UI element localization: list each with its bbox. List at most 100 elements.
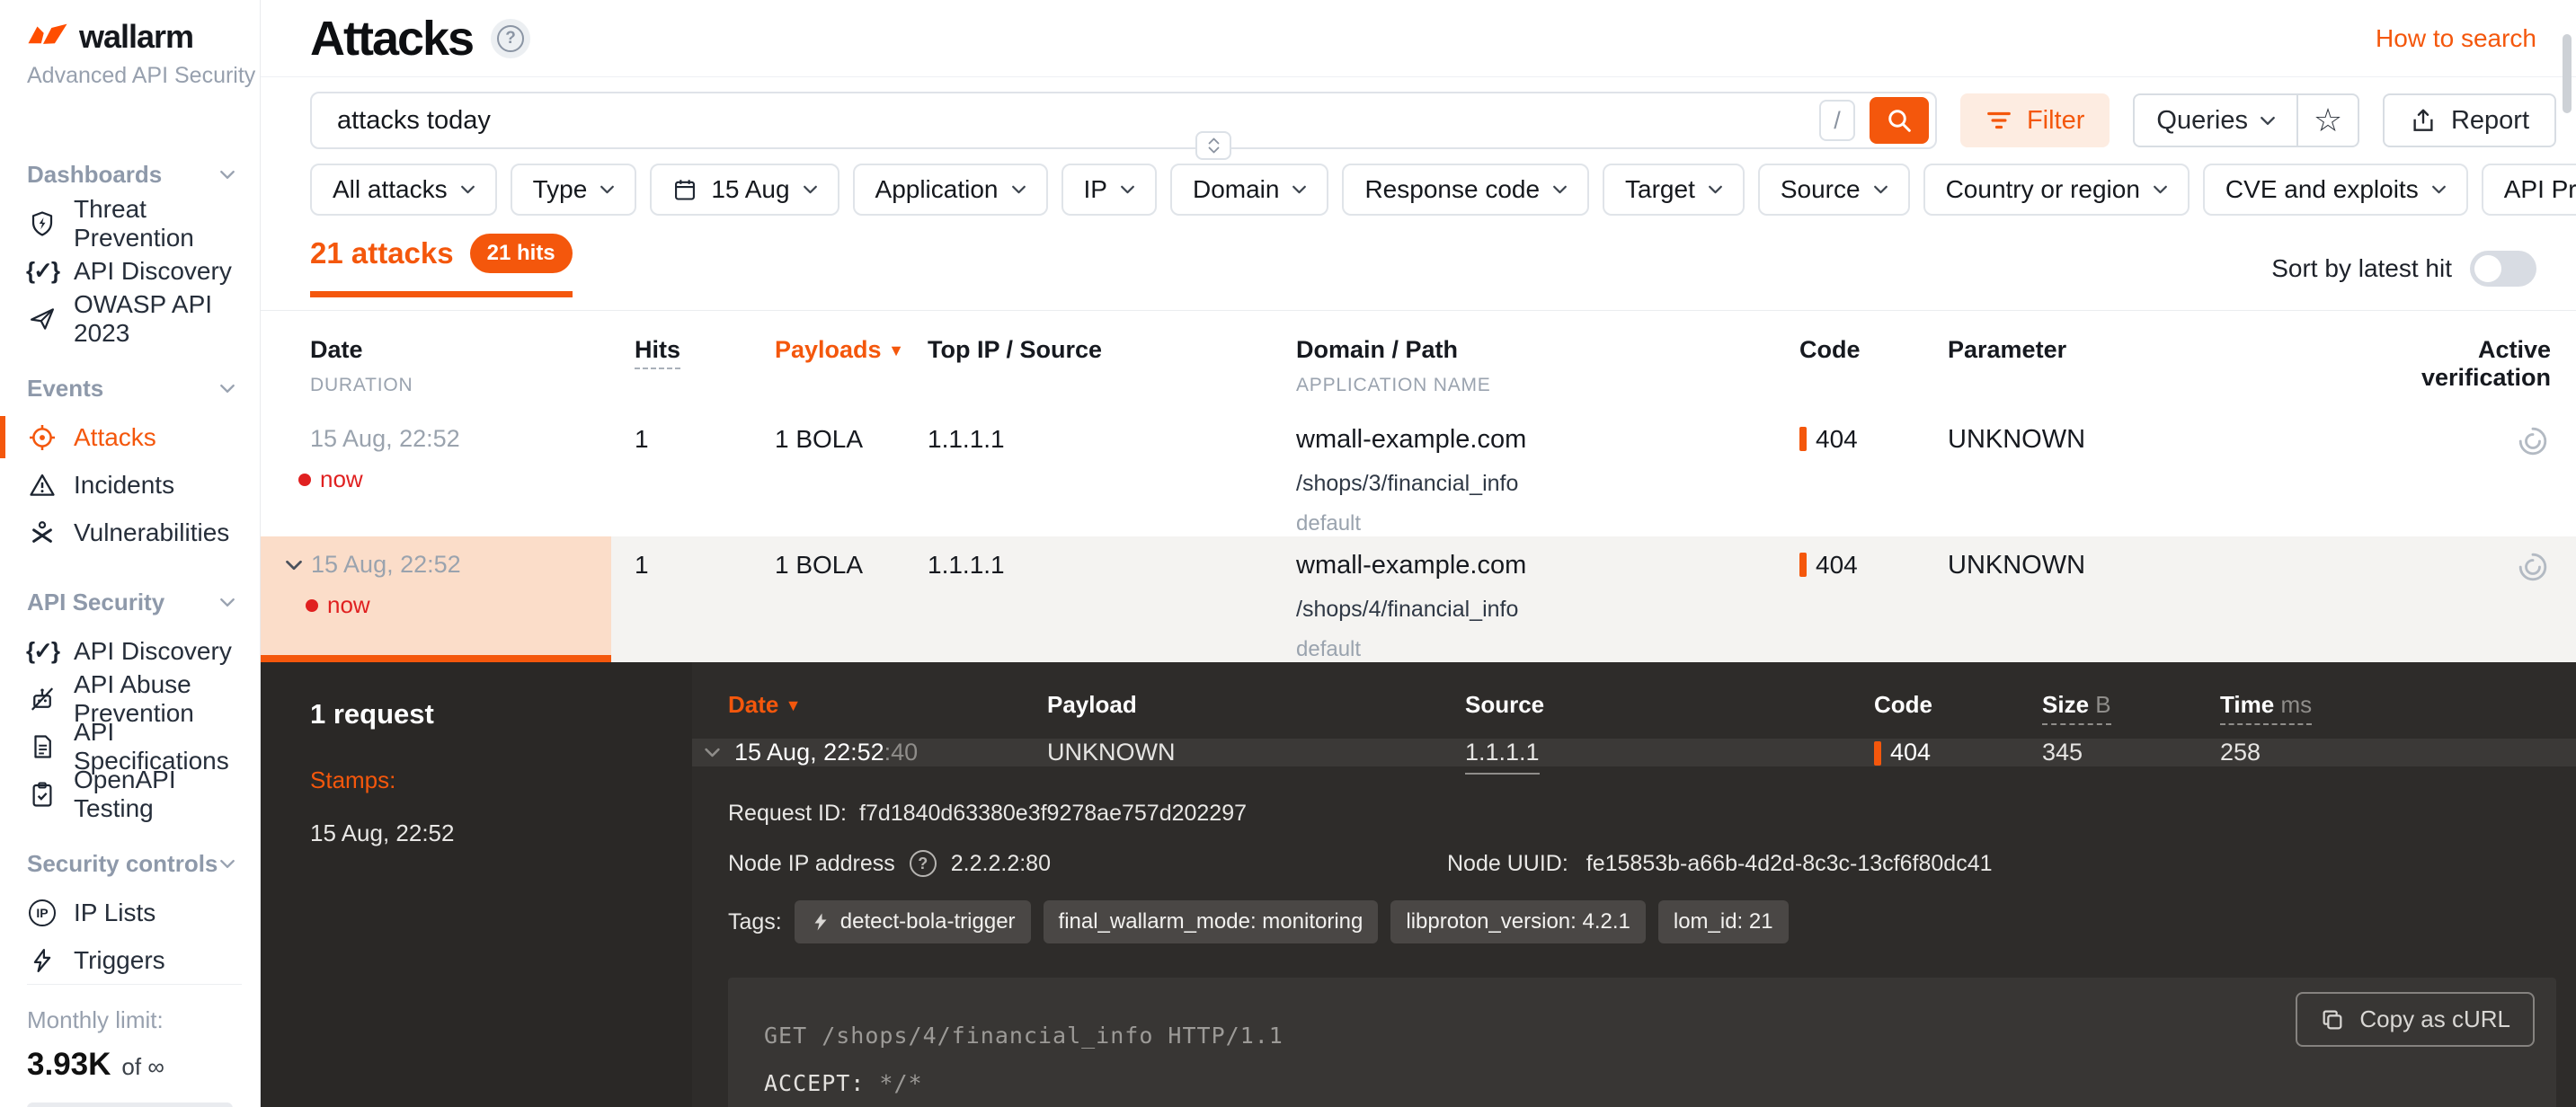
brand-subtitle: Advanced API Security bbox=[27, 63, 260, 89]
chevron-down-icon bbox=[1553, 185, 1567, 194]
code-severity-bar bbox=[1874, 741, 1881, 766]
request-row[interactable]: 15 Aug, 22:52:40 UNKNOWN 1.1.1.1 404 345… bbox=[692, 739, 2576, 766]
attacks-count-tab[interactable]: 21 attacks 21 hits bbox=[310, 234, 573, 297]
collapse-chevron-icon[interactable] bbox=[286, 560, 302, 571]
filter-chip-cve[interactable]: CVE and exploits bbox=[2203, 164, 2468, 216]
col-active-verification: Active verification bbox=[2405, 336, 2576, 396]
attack-application: default bbox=[1276, 637, 1780, 662]
node-ip-label: Node IP address bbox=[728, 851, 895, 877]
attack-parameter: UNKNOWN bbox=[1928, 411, 2314, 536]
filter-chip-domain[interactable]: Domain bbox=[1170, 164, 1328, 216]
sidebar-item-ip-lists[interactable]: IP IP Lists bbox=[27, 889, 260, 936]
section-security-controls[interactable]: Security controls bbox=[27, 839, 260, 889]
favorite-star-button[interactable]: ☆ bbox=[2298, 95, 2358, 146]
col-request-size[interactable]: Size B bbox=[2042, 691, 2111, 725]
report-button[interactable]: Report bbox=[2383, 93, 2556, 147]
sidebar-item-triggers[interactable]: Triggers bbox=[27, 936, 260, 984]
attack-row-2-selected[interactable]: 15 Aug, 22:52 now 1 1 BOLA 1.1.1.1 wmall… bbox=[261, 536, 2576, 662]
hits-badge: 21 hits bbox=[470, 234, 573, 273]
sidebar-item-owasp-api-2023[interactable]: OWASP API 2023 bbox=[27, 295, 260, 342]
search-button[interactable] bbox=[1870, 97, 1929, 144]
results-summary-row: 21 attacks 21 hits Sort by latest hit bbox=[261, 228, 2576, 311]
search-toolbar: / Filter Queries ☆ Report bbox=[261, 77, 2576, 149]
filter-chip-response-code[interactable]: Response code bbox=[1342, 164, 1589, 216]
sidebar-item-api-discovery[interactable]: {✓} API Discovery bbox=[27, 247, 260, 295]
filter-chip-target[interactable]: Target bbox=[1603, 164, 1745, 216]
active-verification-icon[interactable] bbox=[2517, 536, 2576, 662]
question-circle-icon[interactable]: ? bbox=[910, 850, 937, 877]
filter-chip-ip[interactable]: IP bbox=[1061, 164, 1157, 216]
col-request-time[interactable]: Time ms bbox=[2220, 691, 2312, 725]
chevron-down-icon bbox=[2432, 185, 2446, 194]
tag-lom-id[interactable]: lom_id: 21 bbox=[1658, 900, 1789, 943]
sidebar-item-api-specifications[interactable]: API Specifications bbox=[27, 722, 260, 770]
request-date-seconds: :40 bbox=[884, 739, 919, 766]
logo-text: wallarm bbox=[79, 18, 193, 56]
col-request-payload: Payload bbox=[1047, 691, 1465, 719]
tag-final-wallarm-mode[interactable]: final_wallarm_mode: monitoring bbox=[1044, 900, 1379, 943]
request-payload: UNKNOWN bbox=[1047, 739, 1465, 766]
help-icon[interactable]: ? bbox=[491, 19, 530, 58]
request-date: 15 Aug, 22:52 bbox=[734, 739, 884, 766]
filter-chip-application[interactable]: Application bbox=[853, 164, 1048, 216]
wallarm-logo-icon bbox=[27, 22, 68, 51]
bot-crossed-icon bbox=[27, 684, 58, 714]
col-request-code: Code bbox=[1874, 691, 2042, 719]
search-resize-handle[interactable] bbox=[1195, 131, 1231, 160]
col-request-date-sorted[interactable]: Date ▼ bbox=[692, 691, 1047, 719]
filter-chip-all-attacks[interactable]: All attacks bbox=[310, 164, 497, 216]
wallarm-logo[interactable]: wallarm bbox=[27, 18, 260, 56]
braces-check-icon: {✓} bbox=[27, 256, 58, 287]
section-events[interactable]: Events bbox=[27, 364, 260, 413]
filter-chips-row: All attacks Type 15 Aug Application IP D… bbox=[261, 149, 2576, 216]
filter-chip-country[interactable]: Country or region bbox=[1923, 164, 2190, 216]
sort-by-latest-hit-toggle[interactable] bbox=[2470, 251, 2536, 287]
how-to-search-link[interactable]: How to search bbox=[2376, 24, 2536, 53]
sidebar-item-api-discovery-2[interactable]: {✓} API Discovery bbox=[27, 627, 260, 675]
chevron-down-icon bbox=[220, 598, 235, 607]
tag-libproton-version[interactable]: libproton_version: 4.2.1 bbox=[1390, 900, 1646, 943]
chevron-down-icon bbox=[1709, 185, 1722, 194]
freshness-indicator: now bbox=[306, 591, 611, 619]
attacks-count: 21 attacks bbox=[310, 236, 454, 270]
attack-top-ip: 1.1.1.1 bbox=[917, 411, 1276, 536]
filter-chip-source[interactable]: Source bbox=[1758, 164, 1910, 216]
monthly-limit-suffix: of ∞ bbox=[121, 1053, 164, 1081]
export-icon bbox=[2410, 107, 2437, 134]
section-api-security[interactable]: API Security bbox=[27, 578, 260, 627]
col-payloads-sorted[interactable]: Payloads ▼ bbox=[775, 336, 904, 363]
monthly-limit-progressbar bbox=[27, 1103, 233, 1107]
sidebar-item-vulnerabilities[interactable]: Vulnerabilities bbox=[27, 509, 260, 556]
filter-chip-type[interactable]: Type bbox=[511, 164, 637, 216]
filter-chip-date[interactable]: 15 Aug bbox=[650, 164, 839, 216]
stamps-label[interactable]: Stamps: bbox=[310, 766, 692, 794]
sort-desc-caret: ▼ bbox=[786, 696, 802, 714]
col-application-name: APPLICATION NAME bbox=[1296, 375, 1780, 396]
col-date: Date bbox=[310, 336, 611, 364]
col-hits[interactable]: Hits bbox=[635, 336, 680, 369]
search-input[interactable] bbox=[337, 106, 1819, 136]
sidebar-item-openapi-testing[interactable]: OpenAPI Testing bbox=[27, 770, 260, 818]
attack-hits: 1 bbox=[611, 411, 764, 536]
page-scrollbar-thumb[interactable] bbox=[2563, 34, 2572, 113]
attack-row-1[interactable]: 15 Aug, 22:52 now 1 1 BOLA 1.1.1.1 wmall… bbox=[261, 411, 2576, 536]
filter-button[interactable]: Filter bbox=[1960, 93, 2110, 147]
collapse-chevron-icon[interactable] bbox=[705, 748, 720, 757]
copy-as-curl-button[interactable]: Copy as cURL bbox=[2296, 992, 2535, 1047]
filter-chip-api-protocols[interactable]: API Protocols bbox=[2482, 164, 2576, 216]
chevron-down-icon bbox=[2154, 185, 2167, 194]
attack-domain: wmall-example.com bbox=[1276, 425, 1780, 455]
sidebar-item-threat-prevention[interactable]: Threat Prevention bbox=[27, 199, 260, 247]
chevron-down-icon bbox=[220, 859, 235, 869]
col-duration: DURATION bbox=[310, 375, 611, 396]
active-verification-icon[interactable] bbox=[2517, 411, 2576, 536]
section-dashboards[interactable]: Dashboards bbox=[27, 150, 260, 199]
sidebar-item-attacks[interactable]: Attacks bbox=[27, 413, 260, 461]
sort-toggle-label: Sort by latest hit bbox=[2271, 254, 2452, 283]
chevron-down-icon bbox=[220, 384, 235, 394]
sidebar-item-api-abuse-prevention[interactable]: API Abuse Prevention bbox=[27, 675, 260, 722]
chevron-down-icon bbox=[1874, 185, 1888, 194]
sidebar-item-incidents[interactable]: Incidents bbox=[27, 461, 260, 509]
queries-button[interactable]: Queries bbox=[2135, 95, 2298, 146]
tag-detect-bola-trigger[interactable]: detect-bola-trigger bbox=[795, 900, 1031, 943]
